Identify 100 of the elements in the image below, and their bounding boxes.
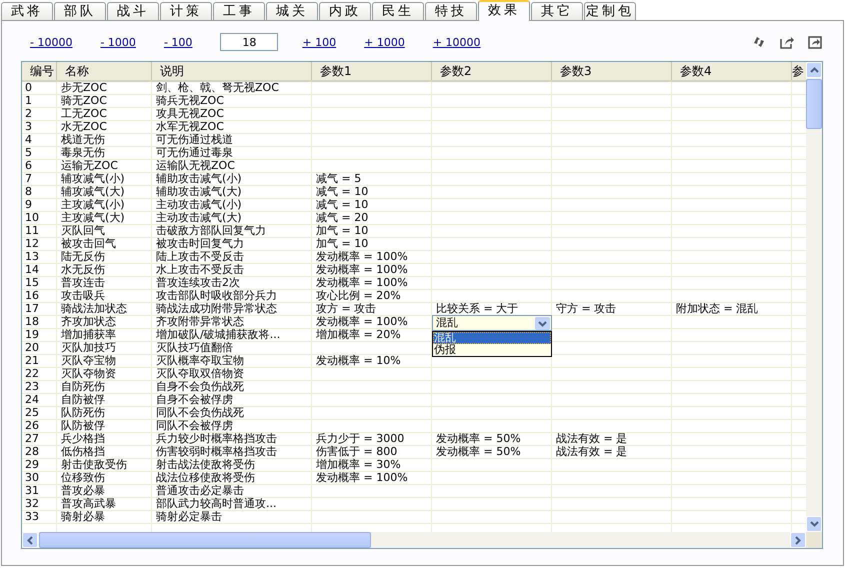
table-cell: 2 bbox=[25, 107, 32, 120]
increase-link[interactable]: + 100 bbox=[302, 36, 336, 48]
table-cell: 灭队技巧值翻倍 bbox=[156, 341, 233, 354]
table-cell: 辅攻减气(大) bbox=[61, 185, 125, 198]
dropdown-field[interactable]: 混乱 bbox=[432, 315, 552, 331]
table-cell: 10 bbox=[25, 211, 39, 224]
table-cell: 31 bbox=[25, 484, 39, 497]
table-cell: 战法有效 = 是 bbox=[556, 445, 628, 458]
scroll-thumb[interactable] bbox=[39, 532, 371, 548]
table-cell: 32 bbox=[25, 497, 39, 510]
scroll-up-icon[interactable] bbox=[806, 62, 822, 78]
number-field[interactable]: 18 bbox=[220, 33, 278, 51]
decrease-link[interactable]: - 10000 bbox=[30, 36, 72, 48]
export-icon[interactable] bbox=[779, 34, 795, 50]
tab[interactable]: 内政 bbox=[319, 2, 371, 20]
table-cell: 可无伤通过毒泉 bbox=[156, 146, 233, 159]
table-cell: 自身不会被俘虏 bbox=[156, 393, 233, 406]
increase-link[interactable]: + 1000 bbox=[364, 36, 405, 48]
table-cell: 普攻连击 bbox=[61, 276, 105, 289]
table-cell: 20 bbox=[25, 341, 39, 354]
table-cell: 25 bbox=[25, 406, 39, 419]
tab[interactable]: 特技 bbox=[425, 2, 477, 20]
table-cell: 兵力较少时概率格挡攻击 bbox=[156, 432, 277, 445]
table-cell: 骑战法加状态 bbox=[61, 302, 127, 315]
table-cell: 发动概率 = 100% bbox=[316, 315, 408, 328]
tab[interactable]: 工事 bbox=[213, 2, 265, 20]
table-cell: 陆无反伤 bbox=[61, 250, 105, 263]
decrease-link[interactable]: - 1000 bbox=[100, 36, 136, 48]
table-cell: 17 bbox=[25, 302, 39, 315]
table-cell: 26 bbox=[25, 419, 39, 432]
tab[interactable]: 效果 bbox=[478, 0, 530, 21]
vertical-scrollbar[interactable] bbox=[806, 62, 822, 532]
table-cell: 被攻击时回复气力 bbox=[156, 237, 244, 250]
scroll-right-icon[interactable] bbox=[790, 532, 806, 548]
table-cell: 骑射必暴 bbox=[61, 510, 105, 523]
table-cell: 水军无视ZOC bbox=[156, 120, 224, 133]
table-cell: 发动概率 = 100% bbox=[316, 250, 408, 263]
import-icon[interactable] bbox=[807, 34, 823, 50]
table-cell: 18 bbox=[25, 315, 39, 328]
table-cell: 攻具无视ZOC bbox=[156, 107, 224, 120]
table-cell: 灭队夺宝物 bbox=[61, 354, 116, 367]
table-cell: 低伤格挡 bbox=[61, 445, 105, 458]
tab[interactable]: 民生 bbox=[372, 2, 424, 20]
table-cell: 主攻减气(小) bbox=[61, 198, 125, 211]
table-cell: 辅助攻击减气(小) bbox=[156, 172, 242, 185]
table-cell: 减气 = 10 bbox=[316, 185, 368, 198]
table-cell: 灭队加技巧 bbox=[61, 341, 116, 354]
column-header[interactable]: 参数4 bbox=[672, 62, 792, 80]
dropdown-option[interactable]: 伪报 bbox=[433, 344, 551, 356]
horizontal-scrollbar[interactable] bbox=[22, 532, 806, 548]
table-cell: 13 bbox=[25, 250, 39, 263]
increase-link[interactable]: + 10000 bbox=[432, 36, 481, 48]
scroll-down-icon[interactable] bbox=[806, 516, 822, 532]
scroll-left-icon[interactable] bbox=[22, 532, 38, 548]
column-header[interactable]: 名称 bbox=[57, 62, 152, 80]
scrollbar-corner bbox=[806, 532, 822, 548]
tab[interactable]: 战斗 bbox=[107, 2, 159, 20]
table-cell: 24 bbox=[25, 393, 39, 406]
table-cell: 骑射必定暴击 bbox=[156, 510, 222, 523]
table-cell: 兵力少于 = 3000 bbox=[316, 432, 404, 445]
dropdown-option[interactable]: 混乱 bbox=[433, 332, 551, 344]
table-cell: 减气 = 10 bbox=[316, 198, 368, 211]
table-cell: 普攻连续攻击2次 bbox=[156, 276, 240, 289]
table-cell: 灭队夺物资 bbox=[61, 367, 116, 380]
table-cell: 击破敌方部队回复气力 bbox=[156, 224, 266, 237]
column-header[interactable]: 参数2 bbox=[432, 62, 552, 80]
table-cell: 运输无ZOC bbox=[61, 159, 118, 172]
table-cell: 骑无ZOC bbox=[61, 94, 107, 107]
table-cell: 增加概率 = 30% bbox=[316, 458, 401, 471]
table-cell: 15 bbox=[25, 276, 39, 289]
tab[interactable]: 部队 bbox=[54, 2, 106, 20]
table-cell: 主动攻击减气(大) bbox=[156, 211, 242, 224]
table-cell: 1 bbox=[25, 94, 32, 107]
column-header[interactable]: 说明 bbox=[152, 62, 312, 80]
table-cell: 29 bbox=[25, 458, 39, 471]
table-cell: 攻心比例 = 20% bbox=[316, 289, 401, 302]
column-header[interactable]: 参 bbox=[792, 62, 806, 80]
tab[interactable]: 城关 bbox=[266, 2, 318, 20]
tab[interactable]: 定制包 bbox=[584, 2, 636, 20]
table-cell: 齐攻附带异常状态 bbox=[156, 315, 244, 328]
table-cell: 灭队回气 bbox=[61, 224, 105, 237]
table-cell: 减气 = 20 bbox=[316, 211, 368, 224]
tab[interactable]: 计策 bbox=[160, 2, 212, 20]
column-header[interactable]: 参数1 bbox=[312, 62, 432, 80]
table-cell: 普攻高武暴 bbox=[61, 497, 116, 510]
scroll-thumb[interactable] bbox=[806, 79, 822, 129]
decrease-link[interactable]: - 100 bbox=[164, 36, 192, 48]
table-cell: 水无ZOC bbox=[61, 120, 107, 133]
tab[interactable]: 武将 bbox=[1, 2, 53, 20]
table-cell: 部队武力较高时普通攻... bbox=[156, 497, 276, 510]
column-header[interactable]: 编号 bbox=[22, 62, 57, 80]
table-cell: 伤害低于 = 800 bbox=[316, 445, 398, 458]
table-cell: 守方 = 攻击 bbox=[556, 302, 616, 315]
table-cell: 发动概率 = 50% bbox=[436, 432, 521, 445]
tab[interactable]: 其它 bbox=[531, 2, 583, 20]
table-cell: 增加捕获率 bbox=[61, 328, 116, 341]
table-cell: 0 bbox=[25, 82, 32, 94]
column-header[interactable]: 参数3 bbox=[552, 62, 672, 80]
table-cell: 8 bbox=[25, 185, 32, 198]
refresh-icon[interactable] bbox=[751, 34, 767, 50]
